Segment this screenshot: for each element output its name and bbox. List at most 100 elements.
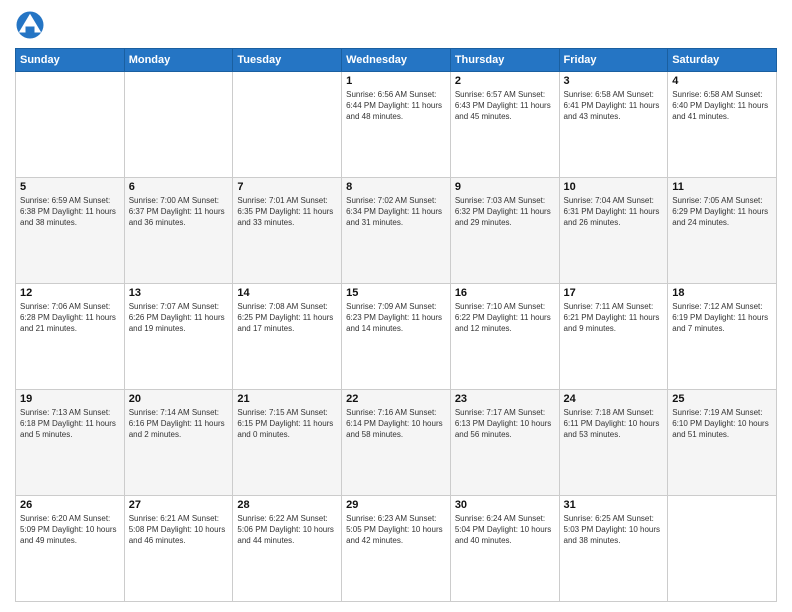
page: SundayMondayTuesdayWednesdayThursdayFrid… (0, 0, 792, 612)
calendar-cell: 3 Sunrise: 6:58 AM Sunset: 6:41 PM Daylig… (559, 72, 668, 178)
calendar-cell: 21Sunrise: 7:15 AM Sunset: 6:15 PM Dayli… (233, 390, 342, 496)
day-info: Sunrise: 7:08 AM Sunset: 6:25 PM Dayligh… (237, 301, 337, 335)
day-info: Sunrise: 6:56 AM Sunset: 6:44 PM Dayligh… (346, 89, 446, 123)
calendar-cell: 5Sunrise: 6:59 AM Sunset: 6:38 PM Daylig… (16, 178, 125, 284)
calendar-cell: 28 Sunrise: 6:22 AM Sunset: 5:06 PM Dayli… (233, 496, 342, 602)
day-header-wednesday: Wednesday (342, 49, 451, 72)
day-info: Sunrise: 7:16 AM Sunset: 6:14 PM Dayligh… (346, 407, 446, 441)
day-number: 19 (20, 393, 120, 405)
day-number: 24 (564, 393, 664, 405)
calendar-cell: 23 Sunrise: 7:17 AM Sunset: 6:13 PM Dayli… (450, 390, 559, 496)
day-info: Sunrise: 6:58 AM Sunset: 6:40 PM Dayligh… (672, 89, 772, 123)
day-number: 12 (20, 287, 120, 299)
week-row-2: 12 Sunrise: 7:06 AM Sunset: 6:28 PM Dayli… (16, 284, 777, 390)
week-row-3: 19 Sunrise: 7:13 AM Sunset: 6:18 PM Dayli… (16, 390, 777, 496)
calendar-cell: 4Sunrise: 6:58 AM Sunset: 6:40 PM Daylig… (668, 72, 777, 178)
day-info: Sunrise: 7:17 AM Sunset: 6:13 PM Dayligh… (455, 407, 555, 441)
calendar-cell: 14 Sunrise: 7:08 AM Sunset: 6:25 PM Dayli… (233, 284, 342, 390)
day-number: 27 (129, 499, 229, 511)
day-number: 28 (237, 499, 337, 511)
day-info: Sunrise: 6:23 AM Sunset: 5:05 PM Dayligh… (346, 513, 446, 547)
day-number: 1 (346, 75, 446, 87)
calendar-cell: 22 Sunrise: 7:16 AM Sunset: 6:14 PM Dayli… (342, 390, 451, 496)
day-info: Sunrise: 6:20 AM Sunset: 5:09 PM Dayligh… (20, 513, 120, 547)
calendar-cell: 10 Sunrise: 7:04 AM Sunset: 6:31 PM Dayli… (559, 178, 668, 284)
day-number: 26 (20, 499, 120, 511)
calendar-cell: 27 Sunrise: 6:21 AM Sunset: 5:08 PM Dayli… (124, 496, 233, 602)
day-number: 20 (129, 393, 229, 405)
day-info: Sunrise: 6:21 AM Sunset: 5:08 PM Dayligh… (129, 513, 229, 547)
calendar-cell: 13 Sunrise: 7:07 AM Sunset: 6:26 PM Dayli… (124, 284, 233, 390)
day-info: Sunrise: 6:58 AM Sunset: 6:41 PM Dayligh… (564, 89, 664, 123)
calendar-cell (668, 496, 777, 602)
calendar-cell: 20 Sunrise: 7:14 AM Sunset: 6:16 PM Dayli… (124, 390, 233, 496)
day-info: Sunrise: 7:03 AM Sunset: 6:32 PM Dayligh… (455, 195, 555, 229)
day-info: Sunrise: 6:57 AM Sunset: 6:43 PM Dayligh… (455, 89, 555, 123)
day-number: 7 (237, 181, 337, 193)
day-header-saturday: Saturday (668, 49, 777, 72)
day-number: 31 (564, 499, 664, 511)
day-info: Sunrise: 7:01 AM Sunset: 6:35 PM Dayligh… (237, 195, 337, 229)
day-info: Sunrise: 7:02 AM Sunset: 6:34 PM Dayligh… (346, 195, 446, 229)
calendar-cell: 30Sunrise: 6:24 AM Sunset: 5:04 PM Dayli… (450, 496, 559, 602)
day-number: 10 (564, 181, 664, 193)
day-info: Sunrise: 7:10 AM Sunset: 6:22 PM Dayligh… (455, 301, 555, 335)
day-info: Sunrise: 7:12 AM Sunset: 6:19 PM Dayligh… (672, 301, 772, 335)
day-header-tuesday: Tuesday (233, 49, 342, 72)
week-row-4: 26 Sunrise: 6:20 AM Sunset: 5:09 PM Dayli… (16, 496, 777, 602)
day-number: 25 (672, 393, 772, 405)
calendar-cell: 24 Sunrise: 7:18 AM Sunset: 6:11 PM Dayli… (559, 390, 668, 496)
calendar-cell: 11Sunrise: 7:05 AM Sunset: 6:29 PM Dayli… (668, 178, 777, 284)
calendar-cell: 9 Sunrise: 7:03 AM Sunset: 6:32 PM Daylig… (450, 178, 559, 284)
day-number: 22 (346, 393, 446, 405)
day-number: 18 (672, 287, 772, 299)
day-number: 5 (20, 181, 120, 193)
day-info: Sunrise: 7:19 AM Sunset: 6:10 PM Dayligh… (672, 407, 772, 441)
header (15, 10, 777, 40)
calendar-cell: 16 Sunrise: 7:10 AM Sunset: 6:22 PM Dayli… (450, 284, 559, 390)
day-number: 23 (455, 393, 555, 405)
day-number: 13 (129, 287, 229, 299)
day-number: 9 (455, 181, 555, 193)
day-header-sunday: Sunday (16, 49, 125, 72)
calendar-cell: 31 Sunrise: 6:25 AM Sunset: 5:03 PM Dayli… (559, 496, 668, 602)
logo-icon (15, 10, 45, 40)
day-info: Sunrise: 6:25 AM Sunset: 5:03 PM Dayligh… (564, 513, 664, 547)
calendar-cell: 26 Sunrise: 6:20 AM Sunset: 5:09 PM Dayli… (16, 496, 125, 602)
calendar-cell: 19 Sunrise: 7:13 AM Sunset: 6:18 PM Dayli… (16, 390, 125, 496)
day-number: 14 (237, 287, 337, 299)
calendar-cell: 25 Sunrise: 7:19 AM Sunset: 6:10 PM Dayli… (668, 390, 777, 496)
logo (15, 10, 49, 40)
day-number: 16 (455, 287, 555, 299)
calendar-cell: 12 Sunrise: 7:06 AM Sunset: 6:28 PM Dayli… (16, 284, 125, 390)
day-number: 6 (129, 181, 229, 193)
calendar-cell (233, 72, 342, 178)
calendar-cell: 18 Sunrise: 7:12 AM Sunset: 6:19 PM Dayli… (668, 284, 777, 390)
day-number: 30 (455, 499, 555, 511)
day-header-friday: Friday (559, 49, 668, 72)
day-number: 21 (237, 393, 337, 405)
calendar-cell: 17Sunrise: 7:11 AM Sunset: 6:21 PM Dayli… (559, 284, 668, 390)
calendar-cell: 6 Sunrise: 7:00 AM Sunset: 6:37 PM Daylig… (124, 178, 233, 284)
calendar-cell (16, 72, 125, 178)
calendar-cell (124, 72, 233, 178)
calendar-cell: 1 Sunrise: 6:56 AM Sunset: 6:44 PM Daylig… (342, 72, 451, 178)
day-info: Sunrise: 6:22 AM Sunset: 5:06 PM Dayligh… (237, 513, 337, 547)
day-info: Sunrise: 7:00 AM Sunset: 6:37 PM Dayligh… (129, 195, 229, 229)
day-header-thursday: Thursday (450, 49, 559, 72)
day-info: Sunrise: 7:11 AM Sunset: 6:21 PM Dayligh… (564, 301, 664, 335)
days-header-row: SundayMondayTuesdayWednesdayThursdayFrid… (16, 49, 777, 72)
day-info: Sunrise: 7:13 AM Sunset: 6:18 PM Dayligh… (20, 407, 120, 441)
day-number: 15 (346, 287, 446, 299)
day-number: 3 (564, 75, 664, 87)
day-info: Sunrise: 7:04 AM Sunset: 6:31 PM Dayligh… (564, 195, 664, 229)
calendar-cell: 2Sunrise: 6:57 AM Sunset: 6:43 PM Daylig… (450, 72, 559, 178)
day-info: Sunrise: 7:07 AM Sunset: 6:26 PM Dayligh… (129, 301, 229, 335)
calendar-table: SundayMondayTuesdayWednesdayThursdayFrid… (15, 48, 777, 602)
day-info: Sunrise: 7:14 AM Sunset: 6:16 PM Dayligh… (129, 407, 229, 441)
day-number: 8 (346, 181, 446, 193)
day-info: Sunrise: 7:18 AM Sunset: 6:11 PM Dayligh… (564, 407, 664, 441)
calendar-cell: 7 Sunrise: 7:01 AM Sunset: 6:35 PM Daylig… (233, 178, 342, 284)
day-info: Sunrise: 7:06 AM Sunset: 6:28 PM Dayligh… (20, 301, 120, 335)
day-number: 11 (672, 181, 772, 193)
